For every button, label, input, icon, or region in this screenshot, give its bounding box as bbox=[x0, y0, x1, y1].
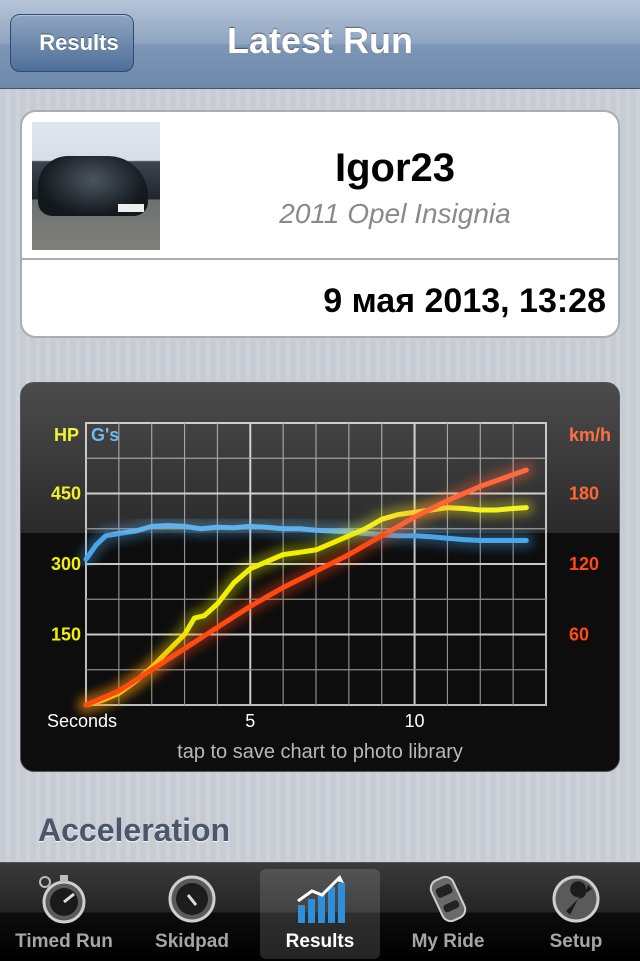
x-axis-label: Seconds bbox=[47, 711, 117, 731]
navigation-bar: Results Latest Run bbox=[0, 0, 640, 89]
axis-label-kmh: km/h bbox=[569, 425, 611, 445]
x-tick-label: 10 bbox=[405, 711, 425, 731]
tab-label: Results bbox=[285, 931, 355, 952]
wrench-icon bbox=[552, 875, 600, 923]
axis-label-gs: G's bbox=[91, 425, 119, 445]
left-tick-label: 150 bbox=[51, 625, 81, 645]
stopwatch-icon bbox=[39, 875, 86, 924]
car-photo bbox=[32, 122, 160, 250]
user-name: Igor23 bbox=[334, 146, 456, 190]
acceleration-chart[interactable]: HP G's km/h 150 300 450 60 120 180 5 10 Seconds tap… bbox=[20, 382, 620, 772]
tab-label: Timed Run bbox=[15, 931, 113, 952]
chart-caption: tap to save chart to photo library bbox=[177, 741, 463, 763]
car-model: 2011 Opel Insignia bbox=[279, 198, 511, 229]
tab-my-ride[interactable]: My Ride bbox=[388, 869, 508, 959]
tab-bar: Timed Run Skidpad Results My Ride Setup bbox=[0, 862, 640, 961]
chart-svg: HP G's km/h 150 300 450 60 120 180 5 10 Seconds bbox=[47, 422, 611, 731]
bar-chart-icon bbox=[297, 875, 345, 923]
card-divider bbox=[22, 258, 618, 260]
car-icon bbox=[429, 875, 467, 923]
tab-label: Setup bbox=[549, 931, 603, 952]
left-tick-label: 300 bbox=[51, 554, 81, 574]
run-info-card: Igor23 2011 Opel Insignia 9 мая 2013, 13… bbox=[20, 110, 620, 338]
tab-setup[interactable]: Setup bbox=[516, 869, 636, 959]
right-tick-label: 60 bbox=[569, 625, 589, 645]
left-tick-label: 450 bbox=[51, 484, 81, 504]
run-date: 9 мая 2013, 13:28 bbox=[323, 282, 606, 320]
tab-results[interactable]: Results bbox=[260, 869, 380, 959]
right-tick-label: 120 bbox=[569, 554, 599, 574]
page-title: Latest Run bbox=[226, 20, 413, 61]
car-image-plate bbox=[118, 204, 144, 212]
section-header-acceleration: Acceleration bbox=[38, 812, 231, 848]
tab-timed-run[interactable]: Timed Run bbox=[4, 869, 124, 959]
tab-skidpad[interactable]: Skidpad bbox=[132, 869, 252, 959]
axis-label-hp: HP bbox=[54, 425, 79, 445]
tab-label: My Ride bbox=[411, 931, 485, 952]
gauge-icon bbox=[168, 875, 216, 923]
tab-label: Skidpad bbox=[155, 931, 229, 952]
x-tick-label: 5 bbox=[245, 711, 255, 731]
right-tick-label: 180 bbox=[569, 484, 599, 504]
